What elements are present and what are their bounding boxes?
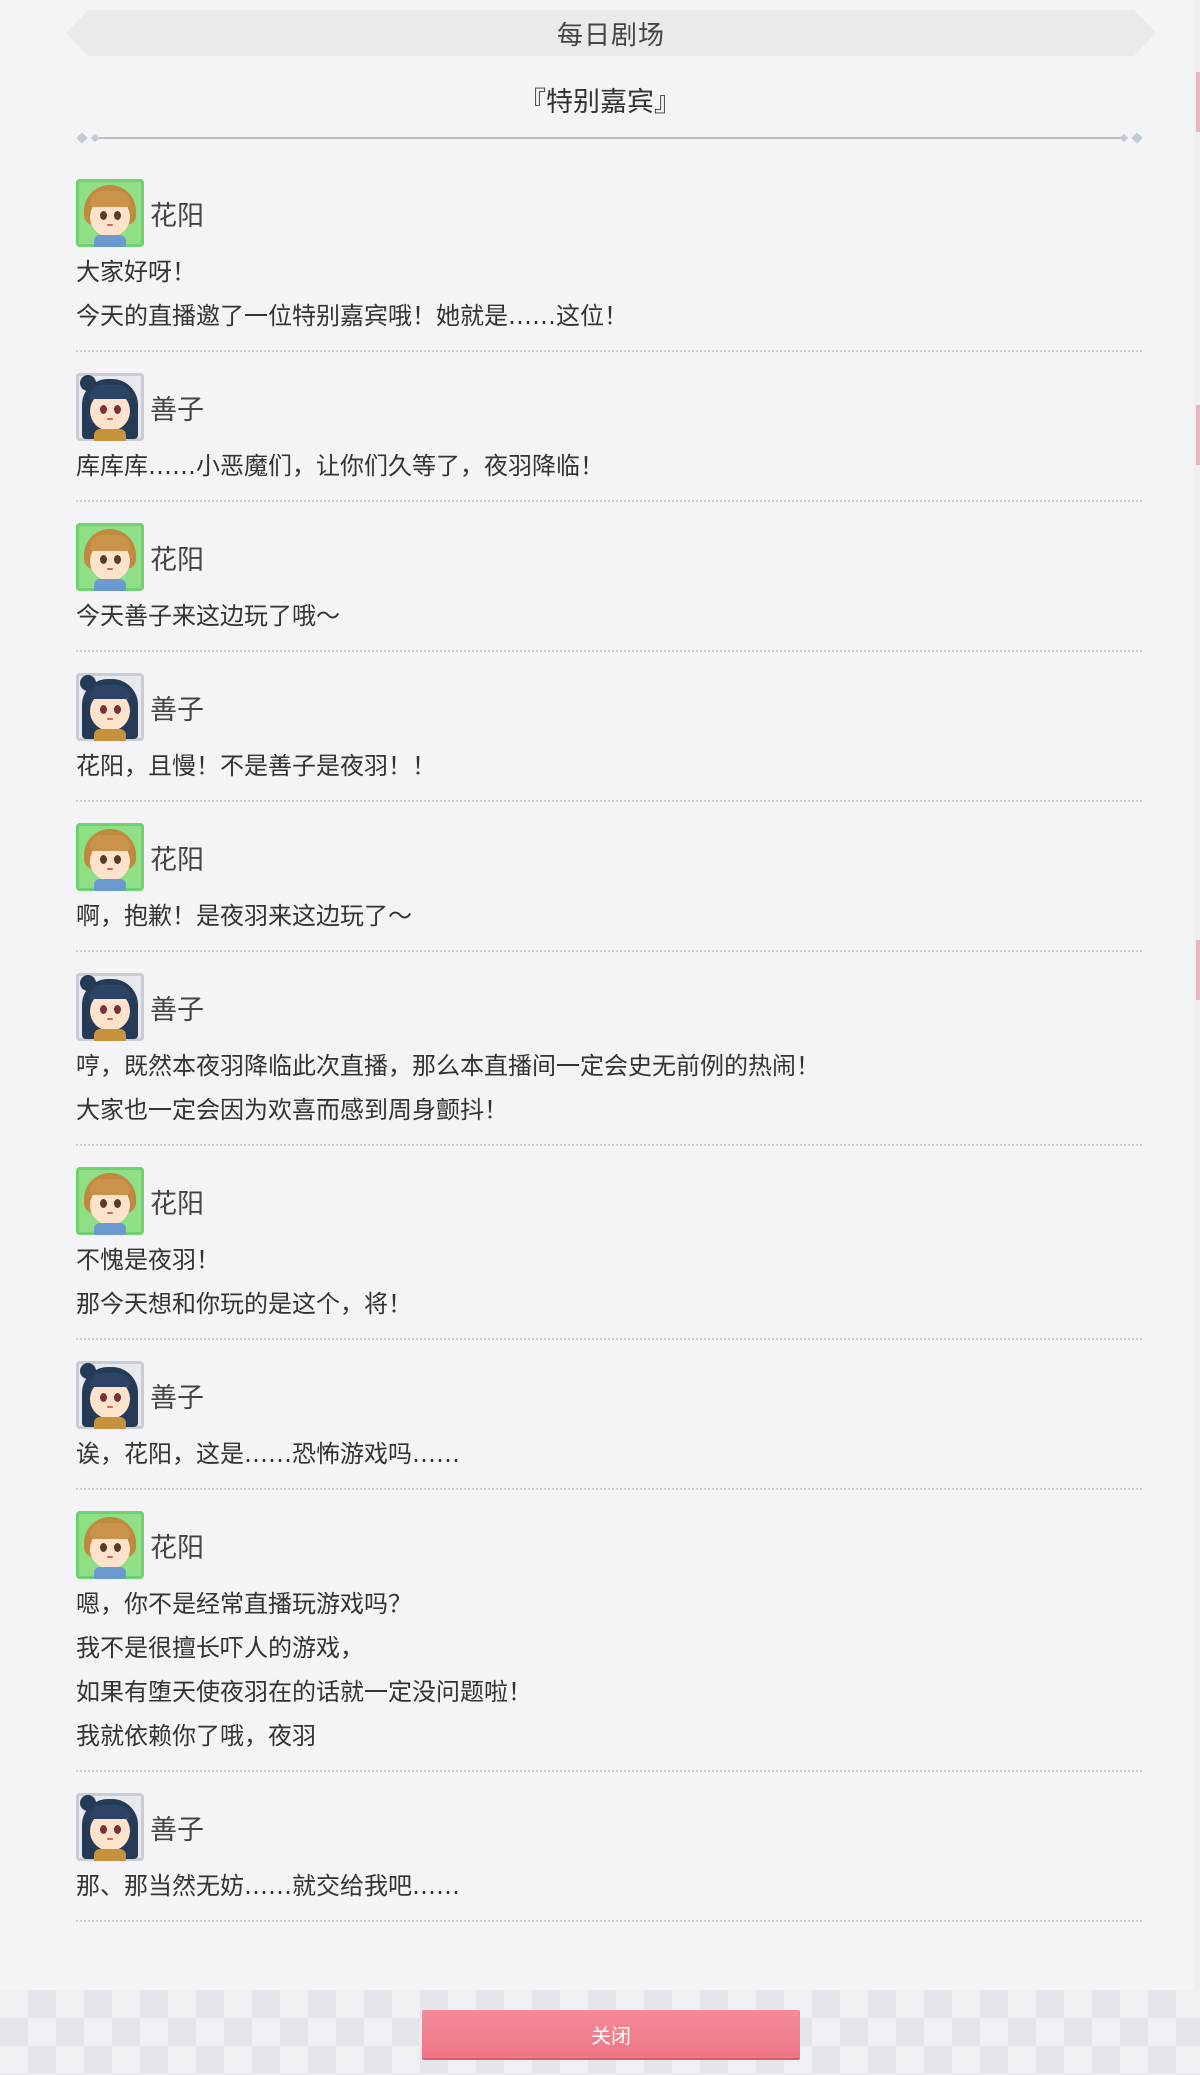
dialogue-entry: 花阳不愧是夜羽！ 那今天想和你玩的是这个，将！ (76, 1160, 1142, 1340)
dialogue-list[interactable]: 花阳 大家好呀！ 今天的直播邀了一位特别嘉宾哦！她就是……这位！ 善子 库库库……小恶魔… (76, 172, 1142, 1936)
dialogue-line: 哼，既然本夜羽降临此次直播，那么本直播间一定会史无前例的热闹！ (76, 1052, 820, 1080)
dialogue-entry: 善子诶，花阳，这是……恐怖游戏吗…… (76, 1354, 1142, 1490)
dialogue-line: 大家好呀！ (76, 258, 196, 286)
dialogue-entry: 花阳大家好呀！ 今天的直播邀了一位特别嘉宾哦！她就是……这位！ (76, 172, 1142, 352)
speaker-name: 善子 (150, 1382, 204, 1414)
dialogue-line: 库库库……小恶魔们，让你们久等了，夜羽降临！ (76, 452, 604, 480)
dialogue-line: 如果有堕天使夜羽在的话就一定没问题啦！ (76, 1678, 532, 1706)
right-edge-strip (1194, 0, 1200, 2075)
yoshiko-avatar (76, 373, 144, 441)
dialogue-line: 今天的直播邀了一位特别嘉宾哦！她就是……这位！ (76, 302, 628, 330)
speaker-row: 花阳 (76, 176, 1142, 250)
speaker-row: 花阳 (76, 1164, 1142, 1238)
speaker-name: 善子 (150, 694, 204, 726)
hanayo-avatar (76, 1511, 144, 1579)
header-banner: 每日剧场 (66, 10, 1156, 56)
speaker-name: 花阳 (150, 200, 204, 232)
dialogue-line: 那今天想和你玩的是这个，将！ (76, 1290, 412, 1318)
yoshiko-avatar (76, 673, 144, 741)
speaker-row: 花阳 (76, 520, 1142, 594)
speaker-name: 花阳 (150, 1532, 204, 1564)
hanayo-avatar (76, 1167, 144, 1235)
edge-mark (1196, 405, 1200, 465)
episode-title: 『特别嘉宾』 (519, 87, 681, 118)
speaker-name: 花阳 (150, 1188, 204, 1220)
page-title: 每日剧场 (556, 20, 665, 51)
speaker-row: 善子 (76, 670, 1142, 744)
speaker-name: 善子 (150, 1814, 204, 1846)
speaker-row: 善子 (76, 1790, 1142, 1864)
dialogue-line: 我不是很擅长吓人的游戏， (76, 1634, 364, 1662)
yoshiko-avatar (76, 1361, 144, 1429)
dialogue-entry: 善子那、那当然无妨……就交给我吧…… (76, 1786, 1142, 1922)
speaker-row: 花阳 (76, 820, 1142, 894)
dialogue-entry: 花阳啊，抱歉！是夜羽来这边玩了～ (76, 816, 1142, 952)
hanayo-avatar (76, 179, 144, 247)
close-button[interactable]: 关闭 (422, 2010, 800, 2058)
dialogue-line: 今天善子来这边玩了哦～ (76, 602, 340, 630)
speaker-row: 善子 (76, 370, 1142, 444)
speaker-name: 善子 (150, 394, 204, 426)
speaker-row: 善子 (76, 970, 1142, 1044)
dialogue-entry: 善子库库库……小恶魔们，让你们久等了，夜羽降临！ (76, 366, 1142, 502)
hanayo-avatar (76, 823, 144, 891)
edge-mark (1196, 940, 1200, 1000)
speaker-row: 善子 (76, 1358, 1142, 1432)
dialogue-line: 诶，花阳，这是……恐怖游戏吗…… (76, 1440, 460, 1468)
dialogue-line: 花阳，且慢！不是善子是夜羽！！ (76, 752, 436, 780)
dialogue-entry: 花阳今天善子来这边玩了哦～ (76, 516, 1142, 652)
divider (76, 132, 1143, 144)
speaker-name: 善子 (150, 994, 204, 1026)
speaker-row: 花阳 (76, 1508, 1142, 1582)
speaker-name: 花阳 (150, 844, 204, 876)
dialogue-entry: 善子哼，既然本夜羽降临此次直播，那么本直播间一定会史无前例的热闹！ 大家也一定会因… (76, 966, 1142, 1146)
yoshiko-avatar (76, 1793, 144, 1861)
dialogue-entry: 善子花阳，且慢！不是善子是夜羽！！ (76, 666, 1142, 802)
dialogue-line: 大家也一定会因为欢喜而感到周身颤抖！ (76, 1096, 508, 1124)
dialogue-entry: 花阳嗯，你不是经常直播玩游戏吗？ 我不是很擅长吓人的游戏， 如果有堕天使夜羽在的话就… (76, 1504, 1142, 1772)
dialogue-line: 那、那当然无妨……就交给我吧…… (76, 1872, 460, 1900)
dialogue-line: 啊，抱歉！是夜羽来这边玩了～ (76, 902, 412, 930)
yoshiko-avatar (76, 973, 144, 1041)
dialogue-line: 不愧是夜羽！ (76, 1246, 220, 1274)
dialogue-line: 嗯，你不是经常直播玩游戏吗？ (76, 1590, 412, 1618)
hanayo-avatar (76, 523, 144, 591)
dialogue-line: 我就依赖你了哦，夜羽 (76, 1722, 316, 1750)
speaker-name: 花阳 (150, 544, 204, 576)
